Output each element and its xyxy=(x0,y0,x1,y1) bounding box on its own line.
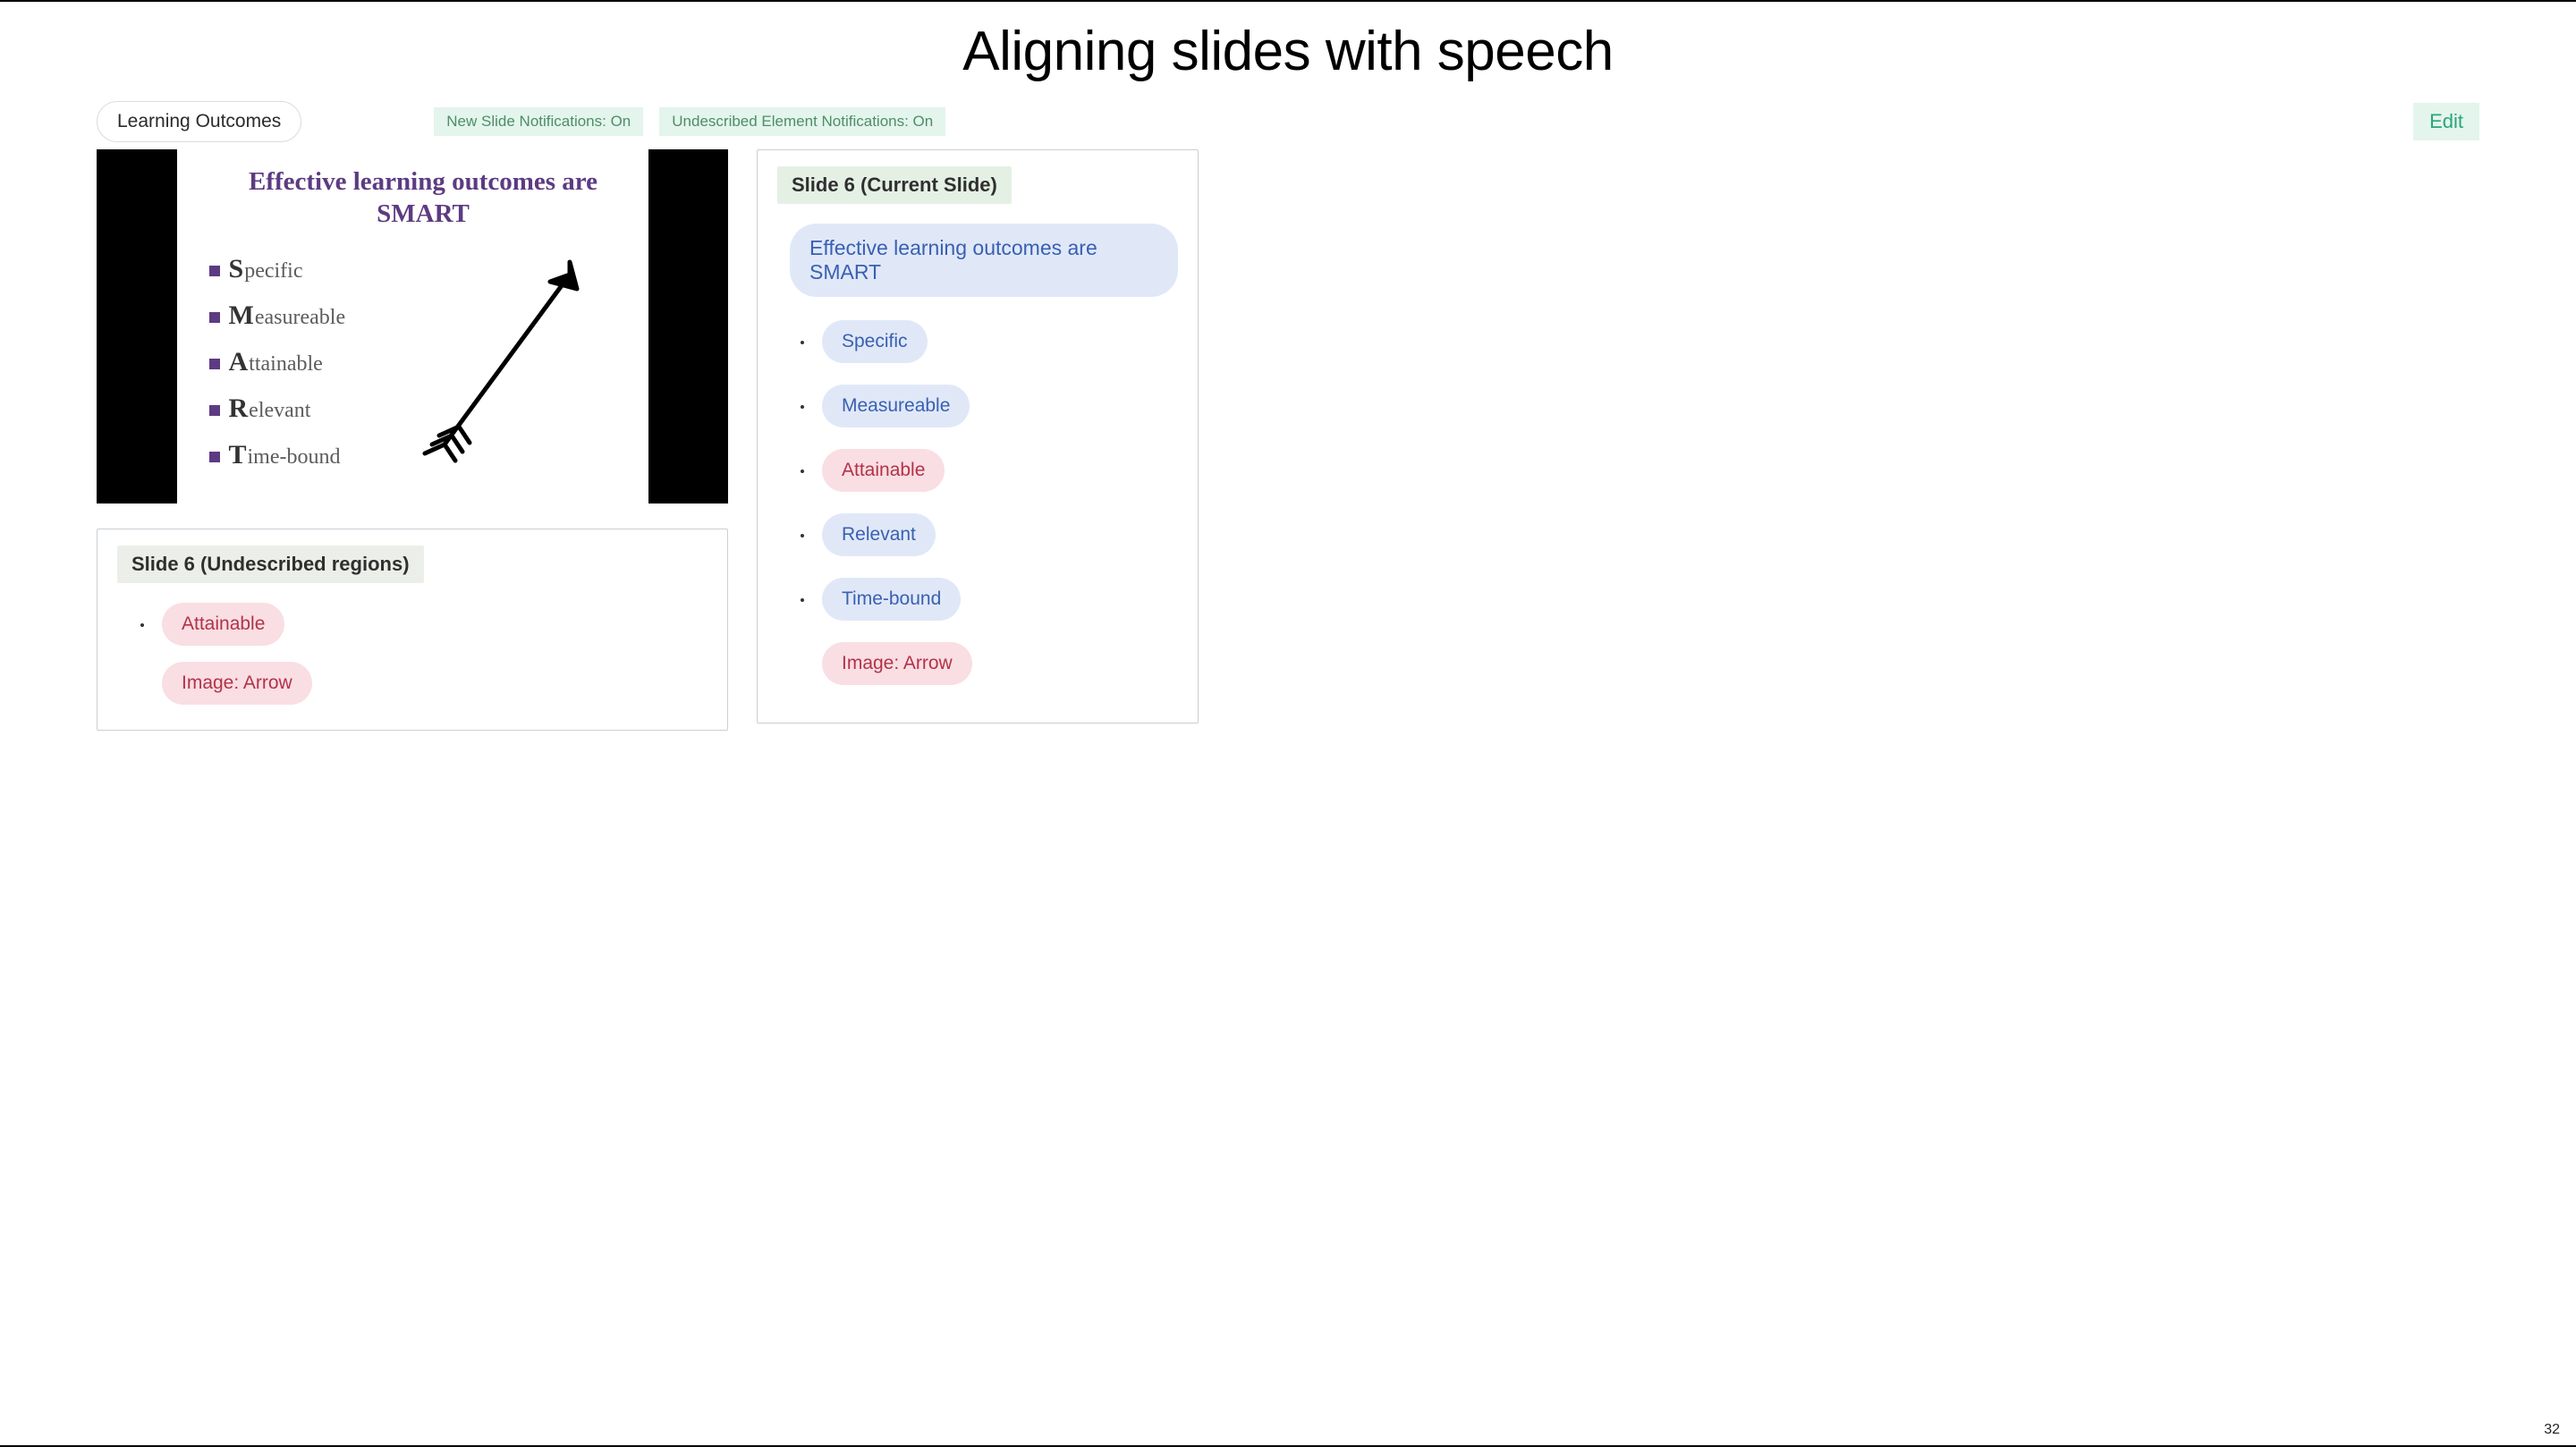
current-item-specific[interactable]: Specific xyxy=(813,320,1178,363)
breadcrumb[interactable]: Learning Outcomes xyxy=(97,101,301,142)
current-item-relevant[interactable]: Relevant xyxy=(813,513,1178,556)
current-item-timebound[interactable]: Time-bound xyxy=(813,578,1178,621)
undescribed-pill: Attainable xyxy=(162,603,284,646)
slide-content: Effective learning outcomes are SMART Sp… xyxy=(177,149,648,503)
current-title-pill[interactable]: Effective learning outcomes are SMART xyxy=(790,224,1178,297)
undescribed-panel-header: Slide 6 (Undescribed regions) xyxy=(117,546,424,583)
new-slide-notifications-toggle[interactable]: New Slide Notifications: On xyxy=(434,107,643,136)
undescribed-item-list: Attainable xyxy=(117,603,708,646)
undescribed-notifications-toggle[interactable]: Undescribed Element Notifications: On xyxy=(659,107,945,136)
page-number: 32 xyxy=(2544,1422,2560,1438)
page-title: Aligning slides with speech xyxy=(0,20,2576,83)
current-panel-header: Slide 6 (Current Slide) xyxy=(777,166,1012,204)
current-image-item[interactable]: Image: Arrow xyxy=(822,642,1178,685)
current-image-pill: Image: Arrow xyxy=(822,642,972,685)
undescribed-item-attainable[interactable]: Attainable xyxy=(153,603,708,646)
undescribed-image-pill: Image: Arrow xyxy=(162,662,312,705)
current-item-attainable[interactable]: Attainable xyxy=(813,449,1178,492)
edit-button[interactable]: Edit xyxy=(2413,103,2479,140)
undescribed-regions-panel: Slide 6 (Undescribed regions) Attainable… xyxy=(97,529,728,731)
toolbar: Learning Outcomes New Slide Notification… xyxy=(0,101,2576,142)
current-slide-panel: Slide 6 (Current Slide) Effective learni… xyxy=(757,149,1199,724)
arrow-icon xyxy=(419,250,598,464)
current-item-measureable[interactable]: Measureable xyxy=(813,385,1178,427)
slide-preview: Effective learning outcomes are SMART Sp… xyxy=(97,149,728,503)
undescribed-image-item[interactable]: Image: Arrow xyxy=(162,662,708,705)
current-item-list: Specific Measureable Attainable Relevant… xyxy=(777,320,1178,621)
notification-group: New Slide Notifications: On Undescribed … xyxy=(434,107,945,136)
slide-heading: Effective learning outcomes are SMART xyxy=(209,165,638,231)
